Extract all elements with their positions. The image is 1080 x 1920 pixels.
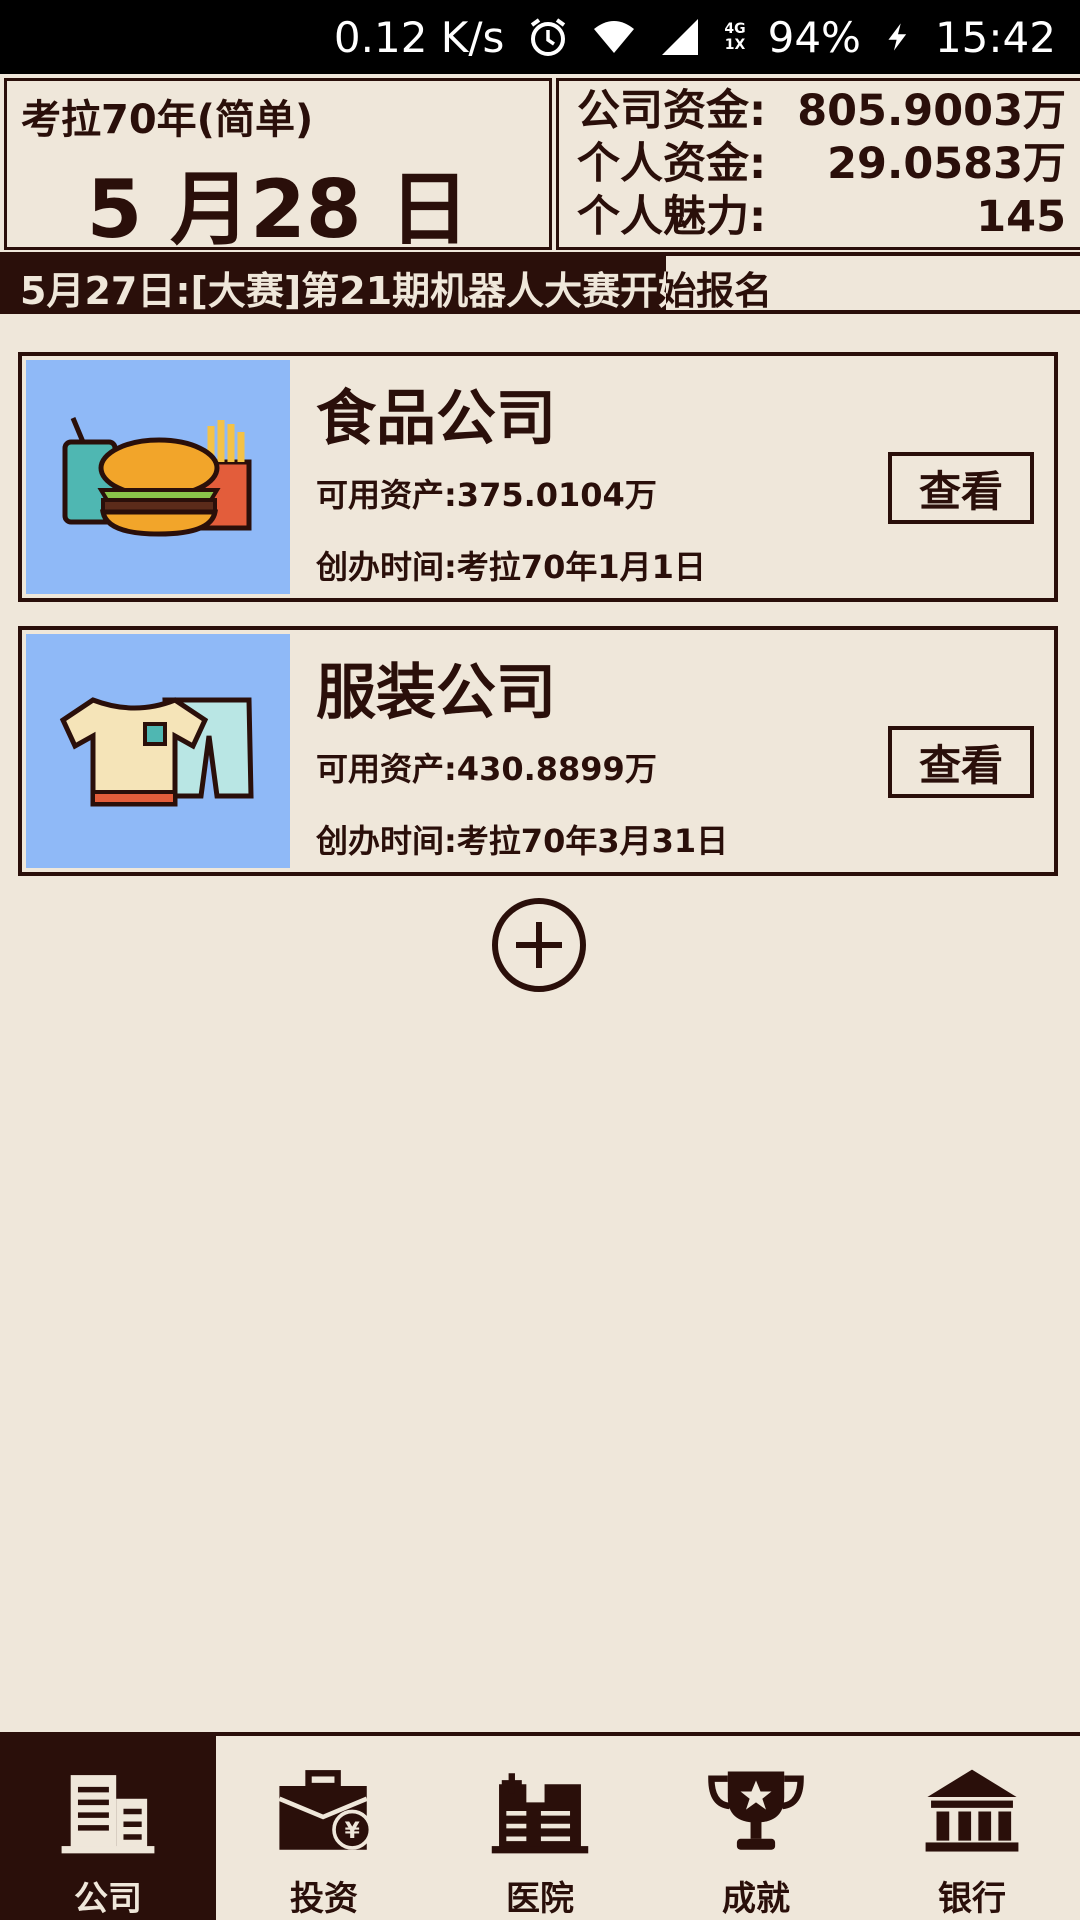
status-bar: 0.12 K/s 4G 1X 94% 15:42 [0,0,1080,74]
bottom-nav: 公司 ¥ 投资 医院 成就 银行 [0,1732,1080,1920]
stat-charm: 个人魅力: 145 [577,191,1066,244]
game-mode-label: 考拉70年(简单) [21,97,314,143]
add-company-button[interactable] [492,898,586,992]
signal-icon [658,15,702,59]
stat-value: 805.9003万 [797,86,1066,136]
network-speed: 0.12 K/s [333,12,505,62]
nav-item-achievement[interactable]: 成就 [648,1736,864,1920]
date-panel: 考拉70年(简单) 5 月28 日 [4,78,552,256]
stat-value: 29.0583万 [827,139,1066,189]
company-card-clothing: 服装公司 可用资产:430.8899万 创办时间:考拉70年3月31日 查看 [18,626,1058,876]
stat-company-funds: 公司资金: 805.9003万 [577,85,1066,138]
nav-label: 公司 [74,1879,142,1919]
nav-label: 投资 [290,1879,358,1919]
company-card-food: 食品公司 可用资产:375.0104万 创办时间:考拉70年1月1日 查看 [18,352,1058,602]
stat-label: 个人资金: [577,139,767,189]
view-company-button[interactable]: 查看 [888,452,1034,524]
nav-item-hospital[interactable]: 医院 [432,1736,648,1920]
stat-personal-funds: 个人资金: 29.0583万 [577,138,1066,191]
alarm-icon [526,15,570,59]
nav-item-bank[interactable]: 银行 [864,1736,1080,1920]
charging-icon [883,15,913,59]
nav-label: 成就 [722,1879,790,1919]
company-assets: 可用资产:375.0104万 [316,476,657,514]
shirt-pants-icon [26,634,290,868]
network-type-icon: 4G 1X [724,21,746,53]
briefcase-yen-icon: ¥ [278,1770,373,1850]
news-ticker: 5月27日:[大赛]第21期机器人大赛开始报名 [0,256,1080,314]
building-icon [61,1775,155,1854]
trophy-icon [708,1771,804,1850]
company-name: 食品公司 [316,384,556,454]
hospital-icon [491,1773,589,1854]
nav-item-company[interactable]: 公司 [0,1736,216,1920]
burger-fries-icon [26,360,290,594]
ticker-text: 5月27日:[大赛]第21期机器人大赛开始报名 [20,260,772,315]
nav-item-investment[interactable]: ¥ 投资 [216,1736,432,1920]
stat-value: 145 [976,192,1066,242]
nav-label: 银行 [938,1879,1006,1919]
view-company-button[interactable]: 查看 [888,726,1034,798]
stat-label: 个人魅力: [577,192,767,242]
bank-icon [925,1769,1019,1852]
game-header: 考拉70年(简单) 5 月28 日 公司资金: 805.9003万 个人资金: … [0,74,1080,256]
stats-panel: 公司资金: 805.9003万 个人资金: 29.0583万 个人魅力: 145 [556,78,1080,250]
clock: 15:42 [934,12,1056,62]
company-founded: 创办时间:考拉70年3月31日 [316,822,729,860]
wifi-icon [592,15,636,59]
stat-label: 公司资金: [577,86,767,136]
company-assets: 可用资产:430.8899万 [316,750,657,788]
company-founded: 创办时间:考拉70年1月1日 [316,548,706,586]
svg-text:¥: ¥ [345,1819,360,1844]
current-date: 5 月28 日 [86,163,470,256]
battery-level: 94% [767,12,861,62]
company-name: 服装公司 [316,658,556,728]
nav-label: 医院 [506,1879,574,1919]
